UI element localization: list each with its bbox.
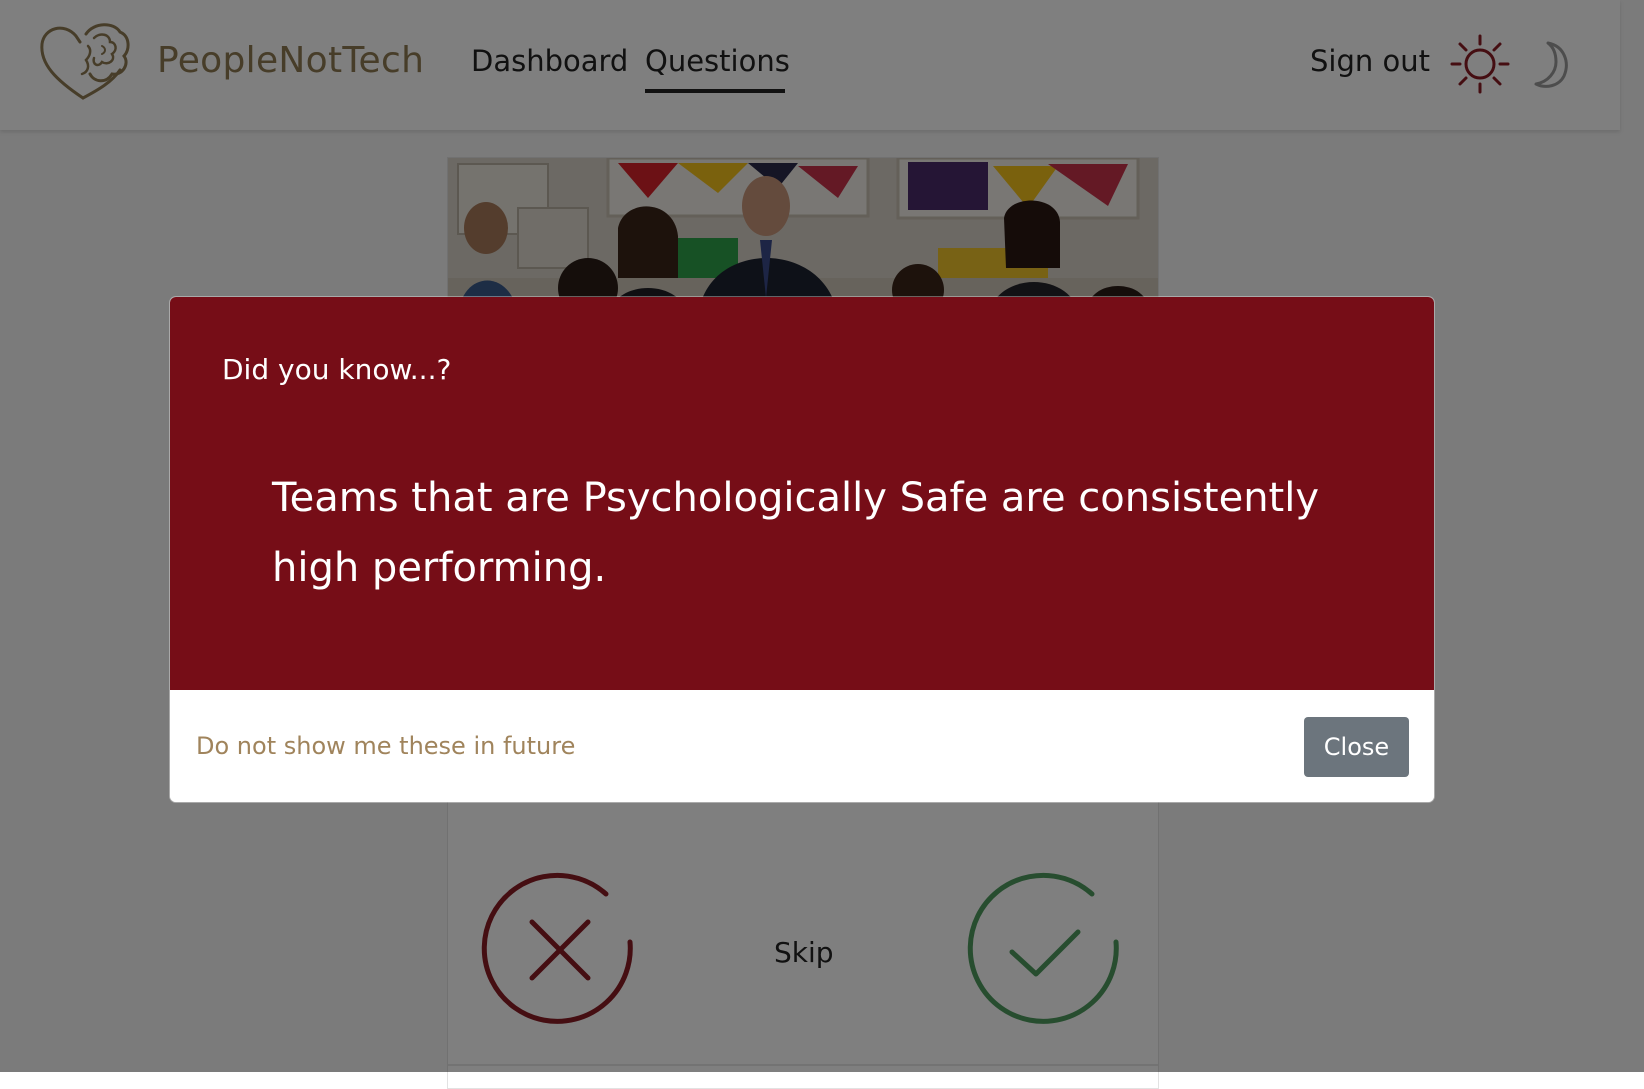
- page: PeopleNotTech Dashboard Questions Sign o…: [0, 0, 1644, 1089]
- modal-title: Did you know...?: [222, 353, 452, 386]
- modal-body: Did you know...? Teams that are Psycholo…: [170, 297, 1434, 690]
- modal-footer: Do not show me these in future Close: [170, 690, 1434, 802]
- do-not-show-again-link[interactable]: Do not show me these in future: [196, 732, 575, 760]
- close-button[interactable]: Close: [1304, 717, 1409, 777]
- modal-fact-text: Teams that are Psychologically Safe are …: [272, 475, 1320, 591]
- did-you-know-modal: Did you know...? Teams that are Psycholo…: [170, 297, 1434, 802]
